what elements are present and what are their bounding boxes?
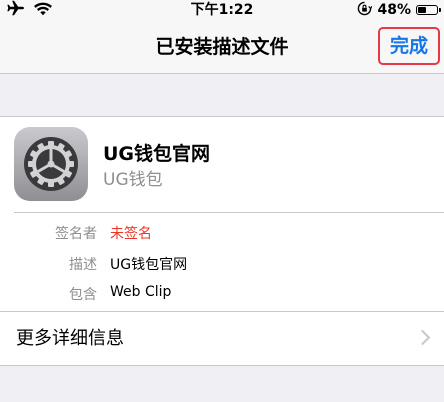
detail-row-contains: 包含 Web Clip <box>0 284 444 304</box>
settings-gear-icon <box>14 127 88 201</box>
status-right: 48% <box>357 0 441 20</box>
detail-label: 包含 <box>69 287 97 303</box>
profile-subtitle: UG钱包 <box>103 170 163 190</box>
detail-value-unsigned: 未签名 <box>110 226 152 242</box>
done-button[interactable]: 完成 <box>377 27 440 65</box>
battery-percent: 48% <box>377 2 411 18</box>
chevron-right-icon <box>414 329 431 346</box>
detail-row-signer: 签名者 未签名 <box>0 223 444 243</box>
profile-name: UG钱包官网 <box>103 143 211 165</box>
detail-value: UG钱包官网 <box>110 257 188 273</box>
navigation-bar: 已安装描述文件 完成 <box>0 20 444 74</box>
status-bar: 下午1:22 48% <box>0 0 444 20</box>
more-details-row[interactable]: 更多详细信息 <box>0 311 444 366</box>
more-details-label: 更多详细信息 <box>16 328 124 349</box>
orientation-lock-icon <box>357 1 373 20</box>
detail-label: 签名者 <box>55 226 97 242</box>
detail-label: 描述 <box>69 257 97 273</box>
detail-row-description: 描述 UG钱包官网 <box>0 254 444 274</box>
detail-value: Web Clip <box>110 284 172 300</box>
profile-card: UG钱包官网 UG钱包 签名者 未签名 描述 UG钱包官网 包含 Web Cli… <box>0 116 444 311</box>
divider <box>14 212 444 213</box>
battery-icon <box>416 5 441 15</box>
battery-fill <box>418 7 426 13</box>
